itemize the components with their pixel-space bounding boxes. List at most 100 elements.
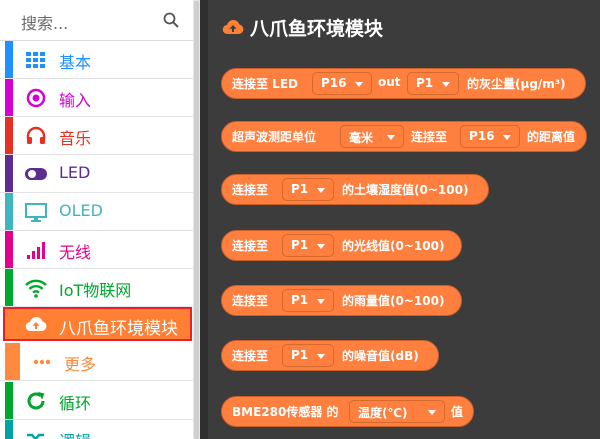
block-soil-moisture[interactable]: 连接至 P1 的土壤湿度值(0~100) bbox=[221, 174, 489, 205]
category-logic[interactable]: 逻辑 bbox=[0, 420, 193, 439]
category-basic[interactable]: 基本 bbox=[0, 41, 193, 79]
category-label: OLED bbox=[59, 201, 103, 220]
headphones-icon bbox=[26, 126, 46, 144]
block-text: 的光线值(0~100) bbox=[342, 239, 445, 253]
block-text: 连接至 bbox=[232, 239, 269, 253]
dropdown-value: P1 bbox=[291, 293, 309, 307]
block-text: BME280传感器 的 bbox=[232, 405, 339, 419]
chevron-down-icon bbox=[442, 82, 450, 87]
category-label: LED bbox=[59, 163, 91, 182]
category-label: 音乐 bbox=[59, 129, 92, 148]
chevron-down-icon bbox=[428, 410, 436, 415]
chevron-down-icon bbox=[317, 299, 325, 304]
toolbox: 搜索... 基本 输入 音乐 LED OLED 无线 IoT物联网 八爪鱼环境模… bbox=[0, 0, 193, 439]
chevron-down-icon bbox=[317, 244, 325, 249]
category-input[interactable]: 输入 bbox=[0, 79, 193, 117]
pin-dropdown[interactable]: P1 bbox=[282, 289, 334, 312]
block-text: 连接至 bbox=[232, 183, 269, 197]
block-text: 的雨量值(0~100) bbox=[342, 294, 445, 308]
pin-dropdown[interactable]: P1 bbox=[407, 72, 459, 95]
grid-icon bbox=[26, 52, 45, 68]
block-text: 的距离值 bbox=[527, 130, 576, 144]
flyout-title: 八爪鱼环境模块 bbox=[250, 18, 384, 40]
block-dust-sensor[interactable]: 连接至 LED P16 out P1 的灰尘量(μg/m³) bbox=[221, 68, 586, 99]
block-text: 连接至 bbox=[411, 130, 448, 144]
block-bme280[interactable]: BME280传感器 的 温度(℃) 值 bbox=[221, 396, 474, 427]
category-label: 更多 bbox=[64, 355, 97, 374]
dropdown-value: P16 bbox=[321, 76, 347, 90]
category-music[interactable]: 音乐 bbox=[0, 117, 193, 155]
category-color-bar bbox=[5, 343, 20, 380]
chevron-down-icon bbox=[317, 354, 325, 359]
target-icon bbox=[26, 88, 46, 108]
category-color-bar bbox=[5, 193, 13, 230]
category-color-bar bbox=[5, 269, 13, 306]
category-more[interactable]: 更多 bbox=[0, 343, 193, 381]
pin-dropdown[interactable]: P1 bbox=[282, 178, 334, 201]
wifi-icon bbox=[25, 279, 47, 298]
pin-dropdown[interactable]: P16 bbox=[312, 72, 372, 95]
dropdown-value: P16 bbox=[469, 129, 495, 143]
unit-dropdown[interactable]: 毫米 bbox=[340, 125, 404, 148]
category-iot[interactable]: IoT物联网 bbox=[0, 269, 193, 307]
category-label: 输入 bbox=[59, 91, 92, 110]
block-text: 的灰尘量(μg/m³) bbox=[467, 77, 566, 91]
cloud-upload-icon bbox=[25, 317, 47, 332]
dots-icon bbox=[33, 359, 51, 365]
search-icon[interactable] bbox=[163, 12, 179, 28]
pin-dropdown[interactable]: P1 bbox=[282, 344, 334, 367]
block-text: 的噪音值(dB) bbox=[342, 349, 419, 363]
category-loops[interactable]: 循环 bbox=[0, 382, 193, 420]
search-box[interactable]: 搜索... bbox=[0, 0, 193, 41]
category-label: 逻辑 bbox=[59, 428, 91, 439]
category-oled[interactable]: OLED bbox=[0, 193, 193, 231]
monitor-icon bbox=[25, 203, 47, 222]
category-color-bar bbox=[5, 231, 13, 268]
block-text: 连接至 bbox=[232, 349, 269, 363]
category-label: 无线 bbox=[59, 243, 92, 262]
block-text: 的土壤湿度值(0~100) bbox=[342, 183, 469, 197]
block-ultrasonic-distance[interactable]: 超声波测距单位 毫米 连接至 P16 的距离值 bbox=[221, 121, 587, 152]
shuffle-icon bbox=[27, 433, 44, 439]
signal-bars-icon bbox=[27, 242, 45, 259]
dropdown-value: P1 bbox=[291, 182, 309, 196]
dropdown-value: P1 bbox=[291, 348, 309, 362]
category-color-bar bbox=[5, 155, 13, 192]
category-label: 循环 bbox=[59, 394, 92, 413]
category-label: 基本 bbox=[59, 53, 92, 72]
block-text: 连接至 bbox=[232, 294, 269, 308]
pin-dropdown[interactable]: P1 bbox=[282, 234, 334, 257]
measurement-dropdown[interactable]: 温度(℃) bbox=[349, 400, 445, 423]
block-noise-level[interactable]: 连接至 P1 的噪音值(dB) bbox=[221, 340, 439, 371]
block-flyout bbox=[200, 0, 600, 439]
category-radio[interactable]: 无线 bbox=[0, 231, 193, 269]
dropdown-value: 温度(℃) bbox=[358, 406, 408, 420]
block-text: 超声波测距单位 bbox=[232, 130, 317, 144]
category-color-bar bbox=[5, 117, 13, 154]
block-text: 连接至 LED bbox=[232, 77, 298, 91]
category-color-bar bbox=[5, 420, 13, 439]
search-input[interactable]: 搜索... bbox=[21, 10, 68, 34]
block-rainfall[interactable]: 连接至 P1 的雨量值(0~100) bbox=[221, 285, 462, 316]
category-color-bar bbox=[5, 79, 13, 116]
block-text: out bbox=[378, 75, 401, 89]
chevron-down-icon bbox=[503, 135, 511, 140]
chevron-down-icon bbox=[355, 82, 363, 87]
dropdown-value: 毫米 bbox=[349, 131, 374, 145]
pin-dropdown[interactable]: P16 bbox=[460, 125, 520, 148]
category-color-bar bbox=[5, 382, 13, 419]
cloud-upload-icon bbox=[222, 20, 244, 35]
category-led[interactable]: LED bbox=[0, 155, 193, 193]
category-label: IoT物联网 bbox=[59, 281, 132, 300]
dropdown-value: P1 bbox=[291, 238, 309, 252]
category-octopus-env-module[interactable]: 八爪鱼环境模块 bbox=[3, 307, 192, 341]
toolbox-scrollbar-thumb[interactable] bbox=[194, 1, 199, 439]
block-text: 值 bbox=[451, 405, 464, 419]
chevron-down-icon bbox=[317, 188, 325, 193]
chevron-down-icon bbox=[387, 135, 395, 140]
category-label: 八爪鱼环境模块 bbox=[59, 319, 178, 339]
block-light-level[interactable]: 连接至 P1 的光线值(0~100) bbox=[221, 230, 462, 261]
dropdown-value: P1 bbox=[416, 76, 434, 90]
flyout-edge bbox=[200, 0, 208, 439]
refresh-icon bbox=[27, 392, 45, 410]
